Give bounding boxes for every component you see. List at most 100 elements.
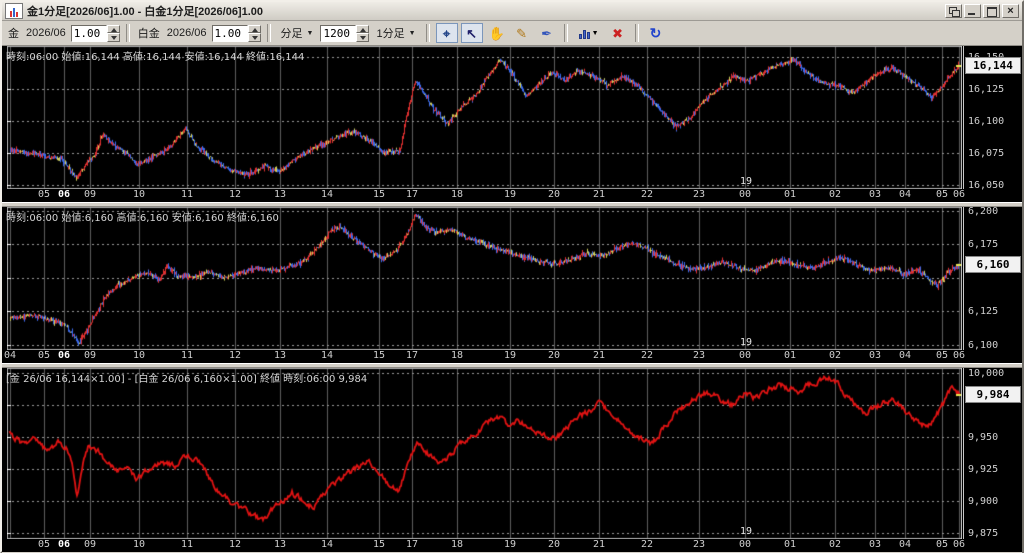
platinum-time-axis: 0405060910111213141517181920212223000102… — [2, 350, 967, 363]
time-axis-label: 11 — [177, 189, 197, 200]
price-axis-label: 6,125 — [968, 306, 998, 317]
time-axis-label: 11 — [177, 539, 197, 550]
time-axis-label: 15 — [369, 539, 389, 550]
pencil-tool-icon: ✎ — [516, 27, 527, 40]
interval-dropdown[interactable]: 1分足 ▼ — [372, 25, 419, 42]
time-axis-label: 10 — [129, 539, 149, 550]
gold-multiplier-spinner[interactable] — [107, 25, 120, 42]
time-axis-label: 06 — [54, 539, 74, 550]
maximize-button[interactable] — [983, 4, 1000, 18]
track-tool-icon: ⌖ — [443, 27, 450, 40]
platinum-label: 白金 — [138, 25, 160, 41]
time-axis-label: 01 — [780, 189, 800, 200]
gold-candlestick-chart[interactable] — [7, 46, 962, 189]
minimize-button[interactable] — [964, 4, 981, 18]
time-axis-label: 23 — [689, 539, 709, 550]
platinum-price-scale[interactable]: 6,2006,1756,1256,1006,160 — [963, 207, 1022, 350]
gold-chart-panel: 時刻:06:00 始値:16,144 高値:16,144 安値:16,144 終… — [2, 46, 1022, 202]
brush-tool-button[interactable]: ✒ — [536, 23, 558, 43]
chevron-down-icon: ▼ — [307, 30, 314, 37]
delete-drawing-icon: ✖ — [612, 27, 623, 40]
interval-label: 1分足 — [376, 25, 404, 41]
time-axis-label: 15 — [369, 189, 389, 200]
toolbar-separator — [267, 24, 271, 42]
time-axis-label: 03 — [865, 539, 885, 550]
time-axis-label: 04 — [2, 350, 20, 361]
hand-tool-button[interactable]: ✋ — [486, 23, 508, 43]
chart-style-dropdown[interactable]: ▼ — [574, 23, 604, 43]
chart-area: 時刻:06:00 始値:16,144 高値:16,144 安値:16,144 終… — [2, 46, 1022, 548]
time-axis-label: 14 — [317, 350, 337, 361]
chevron-down-icon: ▼ — [409, 30, 416, 37]
time-axis-label: 03 — [865, 189, 885, 200]
bar-type-label: 分足 — [281, 25, 303, 41]
time-axis-label: 00 — [735, 350, 755, 361]
price-axis-label: 10,000 — [968, 368, 1004, 379]
close-button[interactable]: × — [1002, 4, 1019, 18]
bar-count-input[interactable] — [320, 25, 356, 42]
time-axis-label: 23 — [689, 350, 709, 361]
price-axis-label: 16,100 — [968, 116, 1004, 127]
platinum-multiplier-spinner[interactable] — [248, 25, 261, 42]
time-axis-label: 12 — [225, 189, 245, 200]
refresh-button[interactable]: ↻ — [645, 23, 667, 43]
time-axis-label: 01 — [780, 350, 800, 361]
platinum-multiplier-input[interactable] — [212, 25, 248, 42]
date-marker: 19 — [740, 337, 752, 348]
time-axis-label: 13 — [270, 539, 290, 550]
platinum-candlestick-chart[interactable] — [7, 207, 962, 350]
track-tool-button[interactable]: ⌖ — [436, 23, 458, 43]
toolbar-separator — [635, 24, 639, 42]
bar-type-dropdown[interactable]: 分足 ▼ — [277, 25, 318, 42]
gold-label: 金 — [8, 25, 19, 41]
spread-price-scale[interactable]: 10,0009,9509,9259,9009,8759,984 — [963, 368, 1022, 539]
time-axis-label: 18 — [447, 350, 467, 361]
time-axis-label: 23 — [689, 189, 709, 200]
time-axis-label: 21 — [589, 539, 609, 550]
toolbar-separator — [564, 24, 568, 42]
gold-price-scale[interactable]: 16,15016,12516,10016,07516,05016,144 — [963, 46, 1022, 189]
price-axis-label: 16,125 — [968, 84, 1004, 95]
spread-info: [金 26/06 16,144×1.00] - [白金 26/06 6,160×… — [6, 370, 367, 385]
time-axis-label: 09 — [80, 189, 100, 200]
gold-multiplier-input[interactable] — [71, 25, 107, 42]
time-axis-label: 22 — [637, 350, 657, 361]
cascade-windows-button[interactable] — [945, 4, 962, 18]
time-axis-label: 06 — [949, 539, 967, 550]
delete-drawing-button[interactable]: ✖ — [607, 23, 629, 43]
time-axis-label: 21 — [589, 189, 609, 200]
spread-line-chart[interactable] — [7, 368, 962, 539]
platinum-contract-month: 2026/06 — [167, 27, 207, 39]
time-axis-label: 13 — [270, 350, 290, 361]
app-window: 金1分足[2026/06]1.00 - 白金1分足[2026/06]1.00 ×… — [0, 0, 1024, 553]
toolbar-separator — [426, 24, 430, 42]
time-axis-label: 19 — [500, 189, 520, 200]
time-axis-label: 20 — [544, 539, 564, 550]
time-axis-label: 06 — [54, 350, 74, 361]
current-price-badge: 6,160 — [965, 256, 1021, 273]
time-axis-label: 04 — [895, 189, 915, 200]
time-axis-label: 14 — [317, 539, 337, 550]
time-axis-label: 21 — [589, 350, 609, 361]
price-axis-label: 9,925 — [968, 464, 998, 475]
chevron-down-icon: ▼ — [592, 27, 599, 40]
cursor-tool-icon: ↖ — [466, 27, 477, 40]
time-axis-label: 17 — [402, 189, 422, 200]
time-axis-label: 05 — [34, 350, 54, 361]
time-axis-label: 10 — [129, 350, 149, 361]
price-axis-label: 16,075 — [968, 148, 1004, 159]
time-axis-label: 14 — [317, 189, 337, 200]
titlebar[interactable]: 金1分足[2026/06]1.00 - 白金1分足[2026/06]1.00 × — [2, 2, 1022, 21]
price-axis-label: 6,200 — [968, 206, 998, 217]
chart-style-icon — [579, 28, 590, 39]
date-marker: 19 — [740, 176, 752, 187]
bar-count-spinner[interactable] — [356, 25, 369, 42]
time-axis-label: 04 — [895, 539, 915, 550]
pencil-tool-button[interactable]: ✎ — [511, 23, 533, 43]
time-axis-label: 02 — [825, 539, 845, 550]
window-title: 金1分足[2026/06]1.00 - 白金1分足[2026/06]1.00 — [27, 3, 945, 19]
cursor-tool-button[interactable]: ↖ — [461, 23, 483, 43]
time-axis-label: 22 — [637, 189, 657, 200]
price-axis-label: 9,875 — [968, 528, 998, 539]
price-axis-label: 9,900 — [968, 496, 998, 507]
